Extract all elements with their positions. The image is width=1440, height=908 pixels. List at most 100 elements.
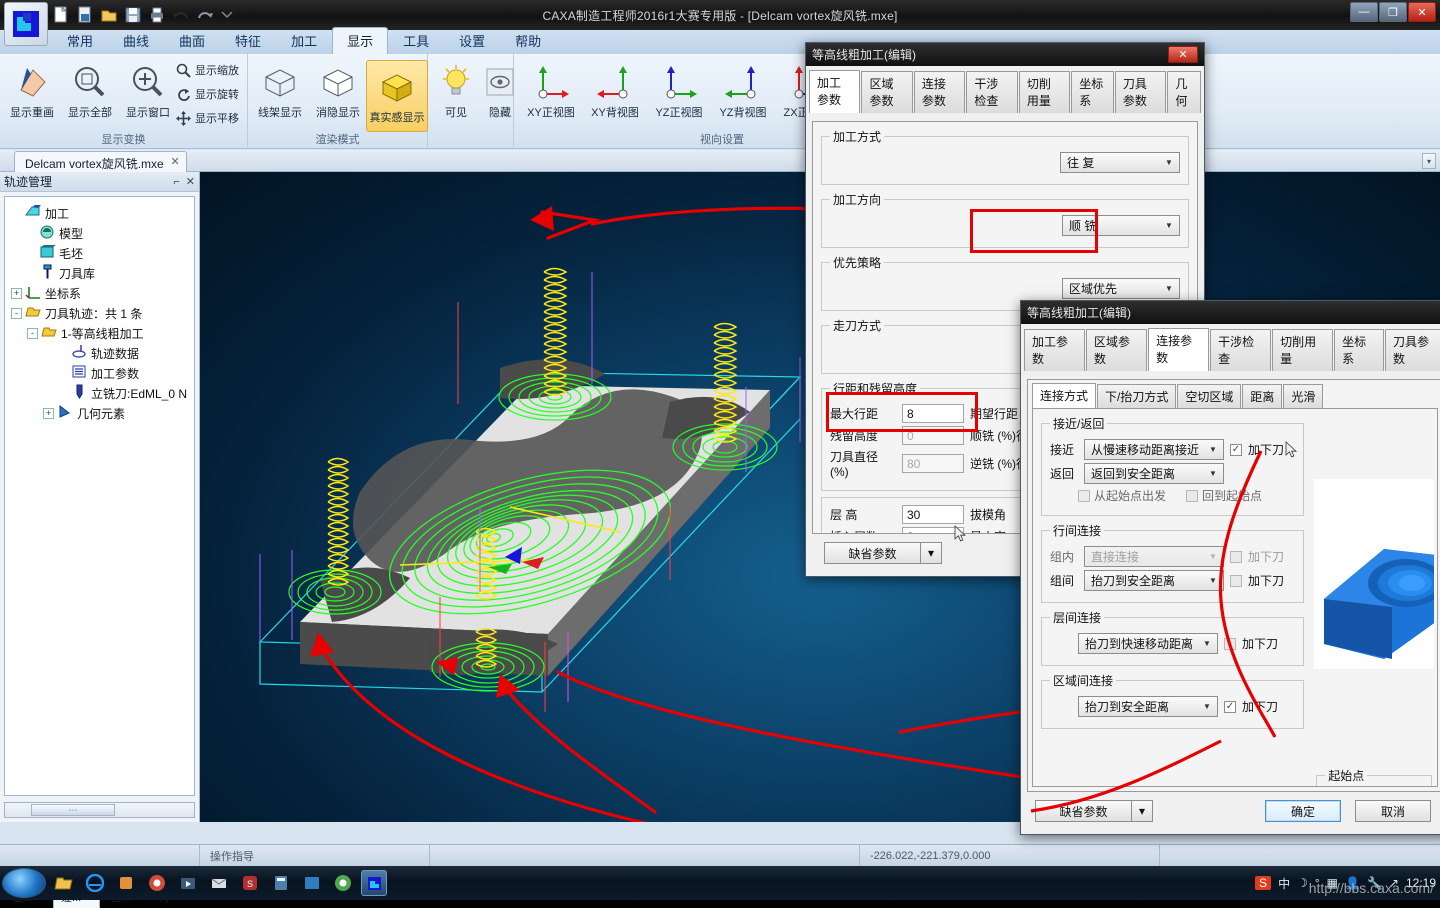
view-yz-front-button[interactable]: YZ正视图 bbox=[648, 60, 710, 120]
zoom-all-button[interactable]: 显示全部 bbox=[62, 60, 118, 120]
ribbon-tab-1[interactable]: 曲线 bbox=[108, 27, 164, 54]
insert-layers-input[interactable]: 0 bbox=[902, 527, 964, 533]
ribbon-tab-6[interactable]: 工具 bbox=[388, 27, 444, 54]
subtab-air-cut-area[interactable]: 空切区域 bbox=[1177, 384, 1242, 409]
ribbon-tab-8[interactable]: 帮助 bbox=[500, 27, 556, 54]
tree-node-stock[interactable]: 毛坯 bbox=[7, 243, 192, 263]
tab-connection-params[interactable]: 连接参数 bbox=[913, 71, 966, 113]
approach-combo[interactable]: 从慢速移动距离接近 ▼ bbox=[1084, 439, 1224, 460]
cancel-button[interactable]: 取消 bbox=[1355, 800, 1431, 822]
view-yz-back-button[interactable]: YZ背视图 bbox=[712, 60, 774, 120]
tab-cutting-amount[interactable]: 切削用量 bbox=[1018, 71, 1071, 113]
redraw-button[interactable]: 显示重画 bbox=[4, 60, 60, 120]
scroll-thumb[interactable]: ⋯ bbox=[31, 804, 115, 816]
subtab-connection-mode[interactable]: 连接方式 bbox=[1032, 383, 1097, 409]
undo-icon[interactable] bbox=[172, 6, 190, 24]
app-icon[interactable] bbox=[113, 870, 139, 896]
close-button[interactable]: ✕ bbox=[1408, 2, 1436, 22]
pan-display-button[interactable]: 显示平移 bbox=[176, 110, 239, 126]
machining-direction-combo[interactable]: 顺 铣 ▼ bbox=[1062, 215, 1180, 236]
tab-interference-check[interactable]: 干涉检查 bbox=[1210, 329, 1272, 371]
close-button[interactable]: ✕ bbox=[1168, 46, 1198, 63]
hidden-line-button[interactable]: 消隐显示 bbox=[310, 60, 366, 120]
close-icon[interactable]: ✕ bbox=[186, 175, 195, 188]
tree-node-toolpaths[interactable]: - 刀具轨迹：共 1 条 bbox=[7, 303, 192, 323]
chevron-down-icon[interactable]: ▾ bbox=[1131, 800, 1153, 822]
maximize-button[interactable]: ❐ bbox=[1379, 2, 1407, 22]
start-from-origin-checkbox[interactable] bbox=[1078, 489, 1090, 502]
tree-horizontal-scrollbar[interactable]: ⋯ bbox=[4, 802, 195, 818]
open-template-icon[interactable] bbox=[76, 6, 94, 24]
layer-connection-combo[interactable]: 抬刀到快速移动距离 ▼ bbox=[1078, 633, 1218, 654]
tab-tool-params[interactable]: 刀具参数 bbox=[1384, 329, 1440, 371]
tree-node-toolpath-1[interactable]: - 1-等高线粗加工 bbox=[7, 323, 192, 343]
tab-connection-params[interactable]: 连接参数 bbox=[1148, 328, 1210, 371]
zoom-display-button[interactable]: 显示缩放 bbox=[176, 62, 239, 78]
tab-machining-params[interactable]: 加工参数 bbox=[809, 70, 861, 113]
print-icon[interactable] bbox=[148, 6, 166, 24]
document-tab[interactable]: Delcam vortex旋风铣.mxe ✕ bbox=[14, 151, 187, 172]
ribbon-tab-7[interactable]: 设置 bbox=[444, 27, 500, 54]
ribbon-tab-2[interactable]: 曲面 bbox=[164, 27, 220, 54]
dialog1-default-params-button[interactable]: 缺省参数 bbox=[824, 542, 920, 564]
sw-icon[interactable]: S bbox=[237, 870, 263, 896]
open-icon[interactable] bbox=[100, 6, 118, 24]
subtab-smooth[interactable]: 光滑 bbox=[1283, 384, 1324, 409]
app-logo[interactable] bbox=[4, 2, 48, 46]
return-combo[interactable]: 返回到安全距离 ▼ bbox=[1084, 463, 1224, 484]
tab-machining-params[interactable]: 加工参数 bbox=[1024, 329, 1086, 371]
tool2-icon[interactable] bbox=[299, 870, 325, 896]
rotate-display-button[interactable]: 显示旋转 bbox=[176, 86, 239, 102]
approach-plunge-checkbox[interactable]: ✓ bbox=[1230, 443, 1242, 456]
save-icon[interactable] bbox=[124, 6, 142, 24]
folder-icon[interactable] bbox=[51, 870, 77, 896]
new-icon[interactable] bbox=[52, 6, 70, 24]
inter-group-plunge-checkbox[interactable] bbox=[1230, 574, 1242, 587]
minimize-button[interactable]: — bbox=[1350, 2, 1378, 22]
collapse-icon[interactable]: - bbox=[11, 307, 22, 319]
ribbon-tab-3[interactable]: 特征 bbox=[220, 27, 276, 54]
start-button[interactable] bbox=[2, 868, 46, 898]
tab-geometry[interactable]: 几何 bbox=[1167, 71, 1202, 113]
tab-cutting-amount[interactable]: 切削用量 bbox=[1272, 329, 1334, 371]
caxa-icon[interactable] bbox=[361, 870, 387, 896]
max-stepover-input[interactable]: 8 bbox=[902, 404, 964, 423]
shaded-display-button[interactable]: 真实感显示 bbox=[366, 60, 428, 132]
chevron-down-icon[interactable]: ▾ bbox=[1422, 153, 1436, 169]
tab-area-params[interactable]: 区域参数 bbox=[1086, 329, 1148, 371]
contour-roughing-dialog-2[interactable]: 等高线粗加工(编辑) 加工参数 区域参数 连接参数 干涉检查 切削用量 坐标系 … bbox=[1020, 300, 1440, 835]
machining-mode-combo[interactable]: 往 复 ▼ bbox=[1060, 152, 1180, 173]
ime-moon-icon[interactable]: ☽ bbox=[1297, 876, 1308, 890]
tree-node-machining-params[interactable]: 加工参数 bbox=[7, 363, 192, 383]
sogou-icon[interactable]: S bbox=[1255, 876, 1272, 890]
chevron-down-icon[interactable]: ▾ bbox=[920, 542, 942, 564]
area-connection-plunge-checkbox[interactable]: ✓ bbox=[1224, 700, 1236, 713]
tab-tool-params[interactable]: 刀具参数 bbox=[1114, 71, 1167, 113]
subtab-plunge-retract-mode[interactable]: 下/抬刀方式 bbox=[1097, 384, 1177, 409]
tab-area-params[interactable]: 区域参数 bbox=[861, 71, 913, 113]
ribbon-tab-4[interactable]: 加工 bbox=[276, 27, 332, 54]
ok-button[interactable]: 确定 bbox=[1265, 800, 1341, 822]
ime-chinese-icon[interactable]: 中 bbox=[1278, 875, 1290, 892]
collapse-icon[interactable]: - bbox=[27, 327, 38, 339]
media-icon[interactable] bbox=[175, 870, 201, 896]
expander-icon[interactable]: + bbox=[43, 407, 54, 419]
tab-coordinate-system[interactable]: 坐标系 bbox=[1334, 329, 1384, 371]
layer-connection-plunge-checkbox[interactable] bbox=[1224, 637, 1236, 650]
calc-icon[interactable] bbox=[268, 870, 294, 896]
chrome-icon[interactable] bbox=[144, 870, 170, 896]
chrome2-icon[interactable] bbox=[330, 870, 356, 896]
redo-icon[interactable] bbox=[196, 6, 214, 24]
tree-node-geometry[interactable]: + 几何元素 bbox=[7, 403, 192, 423]
return-to-origin-checkbox[interactable] bbox=[1186, 489, 1199, 502]
close-icon[interactable]: ✕ bbox=[170, 155, 179, 168]
tab-coordinate-system[interactable]: 坐标系 bbox=[1071, 71, 1114, 113]
area-connection-combo[interactable]: 抬刀到安全距离 ▼ bbox=[1078, 696, 1218, 717]
edge-icon[interactable] bbox=[82, 870, 108, 896]
wireframe-button[interactable]: 线架显示 bbox=[252, 60, 308, 120]
tree-node-endmill[interactable]: 立铣刀:EdML_0 N bbox=[7, 383, 192, 403]
expander-icon[interactable]: + bbox=[11, 287, 22, 299]
view-xy-back-button[interactable]: XY背视图 bbox=[584, 60, 646, 120]
inter-group-combo[interactable]: 抬刀到安全距离 ▼ bbox=[1084, 570, 1224, 591]
mail-icon[interactable] bbox=[206, 870, 232, 896]
